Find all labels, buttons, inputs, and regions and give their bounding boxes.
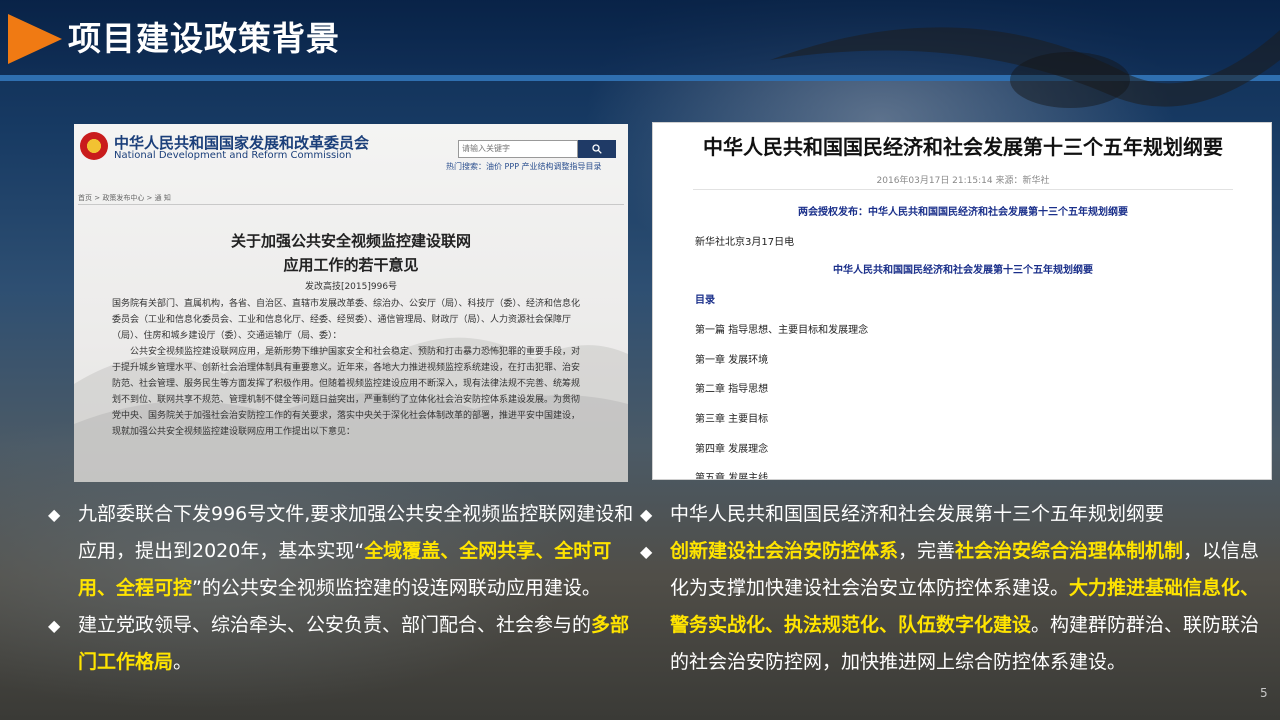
page-number: 5 [1260, 686, 1268, 700]
bullet-text: 创新建设社会治安防控体系，完善社会治安综合治理体制机制，以信息化为支撑加快建设社… [670, 533, 1270, 681]
org-name-en: National Development and Reform Commissi… [114, 150, 352, 161]
title-arrow-icon [8, 14, 62, 64]
bullet-text: 建立党政领导、综治牵头、公安负责、部门配合、社会参与的多部门工作格局。 [78, 607, 648, 681]
breadcrumb-divider [78, 204, 624, 205]
diamond-bullet-icon: ◆ [640, 542, 653, 561]
bullet-text-part: 。 [173, 651, 193, 673]
bullet-item: ◆ 建立党政领导、综治牵头、公安负责、部门配合、社会参与的多部门工作格局。 [48, 607, 648, 681]
search-input[interactable]: 请输入关键字 [458, 140, 578, 158]
right-bullet-list: ◆ 中华人民共和国国民经济和社会发展第十三个五年规划纲要 ◆ 创新建设社会治安防控体系… [640, 496, 1270, 681]
drone-rotor-icon [770, 27, 1280, 108]
toc-item[interactable]: 第四章 发展理念 [695, 440, 768, 455]
toc-item[interactable]: 第五章 发展主线 [695, 469, 768, 479]
doc-paragraph: 公共安全视频监控建设联网应用，是新形势下维护国家安全和社会稳定、预防和打击暴力恐… [112, 347, 581, 437]
bullet-text-part: ”的公共安全视频监控建的设连网联动应用建设。 [192, 577, 601, 599]
diamond-bullet-icon: ◆ [48, 505, 61, 524]
toc-item[interactable]: 第一章 发展环境 [695, 351, 768, 366]
national-emblem-icon [80, 132, 108, 160]
bullet-text: 九部委联合下发996号文件,要求加强公共安全视频监控联网建设和应用，提出到202… [78, 496, 648, 607]
diamond-bullet-icon: ◆ [640, 505, 653, 524]
toc-item[interactable]: 第二章 指导思想 [695, 380, 768, 395]
plan-dateline: 新华社北京3月17日电 [695, 237, 795, 248]
bullet-item: ◆ 创新建设社会治安防控体系，完善社会治安综合治理体制机制，以信息化为支撑加快建设… [640, 533, 1270, 681]
breadcrumb[interactable]: 首页 > 政策发布中心 > 通 知 [78, 193, 171, 203]
plan-divider [693, 189, 1233, 190]
left-bullet-list: ◆ 九部委联合下发996号文件,要求加强公共安全视频监控联网建设和应用，提出到20… [48, 496, 648, 681]
doc-title-line2: 应用工作的若干意见 [283, 256, 419, 274]
bullet-text-part: ，完善 [898, 540, 956, 562]
plan-meta: 2016年03月17日 21:15:14 来源：新华社 [876, 176, 1050, 186]
slide-title: 项目建设政策背景 [68, 19, 340, 58]
highlighted-text: 社会治安综合治理体制机制 [955, 540, 1184, 562]
bullet-item: ◆ 中华人民共和国国民经济和社会发展第十三个五年规划纲要 [640, 496, 1270, 533]
doc-paragraph: 国务院有关部门、直属机构，各省、自治区、直辖市发展改革委、综治办、公安厅（局）、… [112, 299, 581, 341]
plan-title: 中华人民共和国国民经济和社会发展第十三个五年规划纲要 [703, 135, 1223, 159]
ndrc-document-image: 中华人民共和国国家发展和改革委员会 National Development a… [74, 124, 628, 482]
doc-body: 国务院有关部门、直属机构，各省、自治区、直辖市发展改革委、综治办、公安厅（局）、… [112, 296, 582, 440]
bullet-text-part: 中华人民共和国国民经济和社会发展第十三个五年规划纲要 [670, 503, 1165, 525]
bullet-item: ◆ 九部委联合下发996号文件,要求加强公共安全视频监控联网建设和应用，提出到20… [48, 496, 648, 607]
plan-subtitle-link[interactable]: 两会授权发布：中华人民共和国国民经济和社会发展第十三个五年规划纲要 [653, 203, 1271, 218]
plan-document-image: 中华人民共和国国民经济和社会发展第十三个五年规划纲要 2016年03月17日 2… [652, 122, 1272, 480]
bullet-text-part: 建立党政领导、综治牵头、公安负责、部门配合、社会参与的 [78, 614, 592, 636]
hot-search-links[interactable]: 热门搜索：油价 PPP 产业结构调整指导目录 [446, 161, 602, 172]
magnifier-icon [592, 144, 602, 154]
toc-item[interactable]: 第三章 主要目标 [695, 410, 768, 425]
toc-item[interactable]: 第一篇 指导思想、主要目标和发展理念 [695, 321, 868, 336]
bullet-text: 中华人民共和国国民经济和社会发展第十三个五年规划纲要 [670, 496, 1270, 533]
highlighted-text: 创新建设社会治安防控体系 [670, 540, 899, 562]
doc-title-line1: 关于加强公共安全视频监控建设联网 [230, 232, 471, 250]
doc-number: 发改高技[2015]996号 [304, 282, 398, 292]
search-button[interactable] [578, 140, 616, 158]
diamond-bullet-icon: ◆ [48, 616, 61, 635]
plan-subtitle2: 中华人民共和国国民经济和社会发展第十三个五年规划纲要 [833, 265, 1093, 276]
toc-label: 目录 [695, 295, 715, 306]
